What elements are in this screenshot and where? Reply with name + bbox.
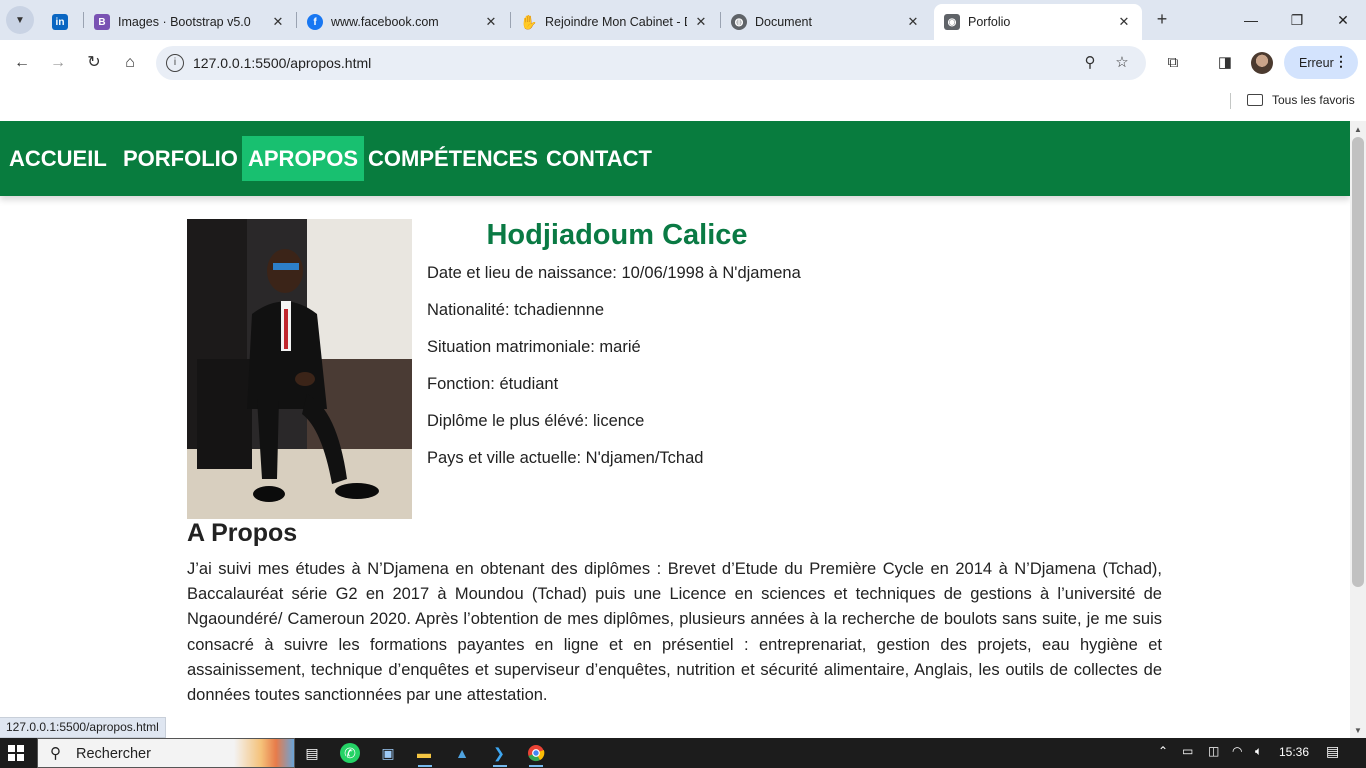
tab-porfolio[interactable]: ◉ Porfolio ✕ xyxy=(934,4,1142,40)
back-button[interactable]: ← xyxy=(9,50,35,76)
volume-icon[interactable]: 🔈︎ xyxy=(1255,744,1262,759)
forward-button[interactable]: → xyxy=(45,50,71,76)
tab-title: www.facebook.com xyxy=(331,15,439,29)
taskbar-search[interactable]: ⚲ Rechercher xyxy=(37,738,295,768)
tab-search-button[interactable]: ▼ xyxy=(6,6,34,34)
search-icon: ⚲ xyxy=(50,745,61,762)
new-tab-button[interactable]: + xyxy=(1151,8,1173,30)
linkedin-icon: in xyxy=(52,14,68,30)
tab-document[interactable]: ◍ Document ✕ xyxy=(721,4,931,40)
bookmarks-bar: Tous les favoris xyxy=(0,85,1366,121)
app-window-icon[interactable]: ▣ xyxy=(376,741,400,765)
battery-icon[interactable]: ▭ xyxy=(1182,744,1193,758)
address-bar[interactable]: i 127.0.0.1:5500/apropos.html ⚲ ☆ xyxy=(156,46,1146,80)
chrome-icon[interactable] xyxy=(524,741,548,765)
folder-icon xyxy=(1247,94,1263,106)
reload-button[interactable]: ↻ xyxy=(81,50,107,76)
taskbar-clock[interactable]: 15:36 xyxy=(1279,745,1309,759)
vscode-icon[interactable]: ❯ xyxy=(487,741,511,765)
close-icon[interactable]: ✕ xyxy=(483,14,499,30)
profile-photo xyxy=(187,219,412,519)
globe-icon: ◍ xyxy=(731,14,747,30)
about-title: A Propos xyxy=(187,519,298,547)
cabinet-icon: ✋ xyxy=(520,13,538,30)
tab-linkedin[interactable]: in xyxy=(42,4,82,40)
zoom-icon[interactable]: ⚲ xyxy=(1080,53,1100,73)
taskbar-search-label: Rechercher xyxy=(76,746,151,762)
minimize-button[interactable]: — xyxy=(1228,8,1274,32)
tab-facebook[interactable]: f www.facebook.com ✕ xyxy=(297,4,509,40)
windows-taskbar: ⚲ Rechercher ▤ ✆ ▣ ▬ ▲ ❯ ⌃ ▭ ◫ ◠ 🔈︎ 15:3… xyxy=(0,738,1366,768)
bootstrap-icon: B xyxy=(94,14,110,30)
whatsapp-icon[interactable]: ✆ xyxy=(340,743,360,763)
nav-competences[interactable]: COMPÉTENCES xyxy=(362,136,544,181)
photos-icon[interactable]: ▲ xyxy=(450,741,474,765)
profile-name: Hodjiadoum Calice xyxy=(486,219,748,251)
close-icon[interactable]: ✕ xyxy=(693,14,709,30)
avatar[interactable] xyxy=(1251,52,1273,74)
tab-title: Document xyxy=(755,15,812,29)
tab-cabinet[interactable]: ✋ Rejoindre Mon Cabinet - D ✕ xyxy=(511,4,719,40)
info-nationality: Nationalité: tchadiennne xyxy=(427,301,605,319)
show-hidden-icons-chevron-icon[interactable]: ⌃ xyxy=(1158,744,1168,758)
windows-start-icon[interactable] xyxy=(8,745,24,761)
browser-toolbar: ← → ↻ ⌂ i 127.0.0.1:5500/apropos.html ⚲ … xyxy=(0,40,1366,85)
close-icon[interactable]: ✕ xyxy=(1116,14,1132,30)
menu-icon: ⋮ xyxy=(1334,53,1348,69)
tab-title: Porfolio xyxy=(968,15,1011,29)
info-function: Fonction: étudiant xyxy=(427,375,559,393)
close-icon[interactable]: ✕ xyxy=(905,14,921,30)
scroll-up-arrow-icon[interactable]: ▲ xyxy=(1354,125,1362,134)
close-icon[interactable]: ✕ xyxy=(270,14,286,30)
site-info-icon[interactable]: i xyxy=(166,54,184,72)
wifi-icon[interactable]: ◠ xyxy=(1232,744,1242,758)
page-viewport: ACCUEIL PORFOLIO APROPOS COMPÉTENCES CON… xyxy=(0,121,1350,738)
nav-porfolio[interactable]: PORFOLIO xyxy=(117,136,244,181)
site-navbar: ACCUEIL PORFOLIO APROPOS COMPÉTENCES CON… xyxy=(0,121,1350,196)
page-scrollbar[interactable]: ▲ ▼ xyxy=(1350,121,1366,738)
bookmarks-folder-label: Tous les favoris xyxy=(1272,93,1355,107)
scroll-thumb[interactable] xyxy=(1352,137,1364,587)
search-highlight-image xyxy=(234,739,294,767)
restore-button[interactable]: ❐ xyxy=(1274,8,1320,32)
home-button[interactable]: ⌂ xyxy=(117,50,143,76)
profile-error-label: Erreur xyxy=(1299,55,1334,70)
info-marital-status: Situation matrimoniale: marié xyxy=(427,338,641,356)
scroll-down-arrow-icon[interactable]: ▼ xyxy=(1354,726,1362,735)
tab-strip: ▼ in B Images · Bootstrap v5.0 ✕ f www.f… xyxy=(0,0,1366,40)
facebook-icon: f xyxy=(307,14,323,30)
info-birth: Date et lieu de naissance: 10/06/1998 à … xyxy=(427,264,801,282)
file-explorer-icon[interactable]: ▬ xyxy=(412,741,436,765)
about-text: J’ai suivi mes études à N’Djamena en obt… xyxy=(187,560,1162,705)
info-degree: Diplôme le plus élévé: licence xyxy=(427,412,645,430)
nav-accueil[interactable]: ACCUEIL xyxy=(3,136,113,181)
info-location: Pays et ville actuelle: N'djamen/Tchad xyxy=(427,449,704,467)
nav-contact[interactable]: CONTACT xyxy=(540,136,658,181)
side-panel-icon[interactable]: ◨ xyxy=(1214,52,1236,74)
profile-error-button[interactable]: Erreur ⋮ xyxy=(1284,46,1358,79)
address-url[interactable]: 127.0.0.1:5500/apropos.html xyxy=(193,55,371,71)
close-window-button[interactable]: ✕ xyxy=(1320,8,1366,32)
broadcast-icon: ◉ xyxy=(944,14,960,30)
task-view-icon[interactable]: ▤ xyxy=(300,741,324,765)
tab-title: Images · Bootstrap v5.0 xyxy=(118,15,251,29)
tab-bootstrap[interactable]: B Images · Bootstrap v5.0 ✕ xyxy=(84,4,296,40)
meet-now-icon[interactable]: ◫ xyxy=(1208,744,1219,758)
all-bookmarks-folder[interactable]: Tous les favoris xyxy=(1247,93,1355,107)
tab-title: Rejoindre Mon Cabinet - D xyxy=(545,15,687,29)
status-url: 127.0.0.1:5500/apropos.html xyxy=(0,717,166,738)
notifications-icon[interactable]: ▤ xyxy=(1326,743,1339,760)
extensions-icon[interactable]: ⧉ xyxy=(1162,52,1184,74)
nav-apropos[interactable]: APROPOS xyxy=(242,136,365,181)
bookmark-star-icon[interactable]: ☆ xyxy=(1112,53,1132,73)
